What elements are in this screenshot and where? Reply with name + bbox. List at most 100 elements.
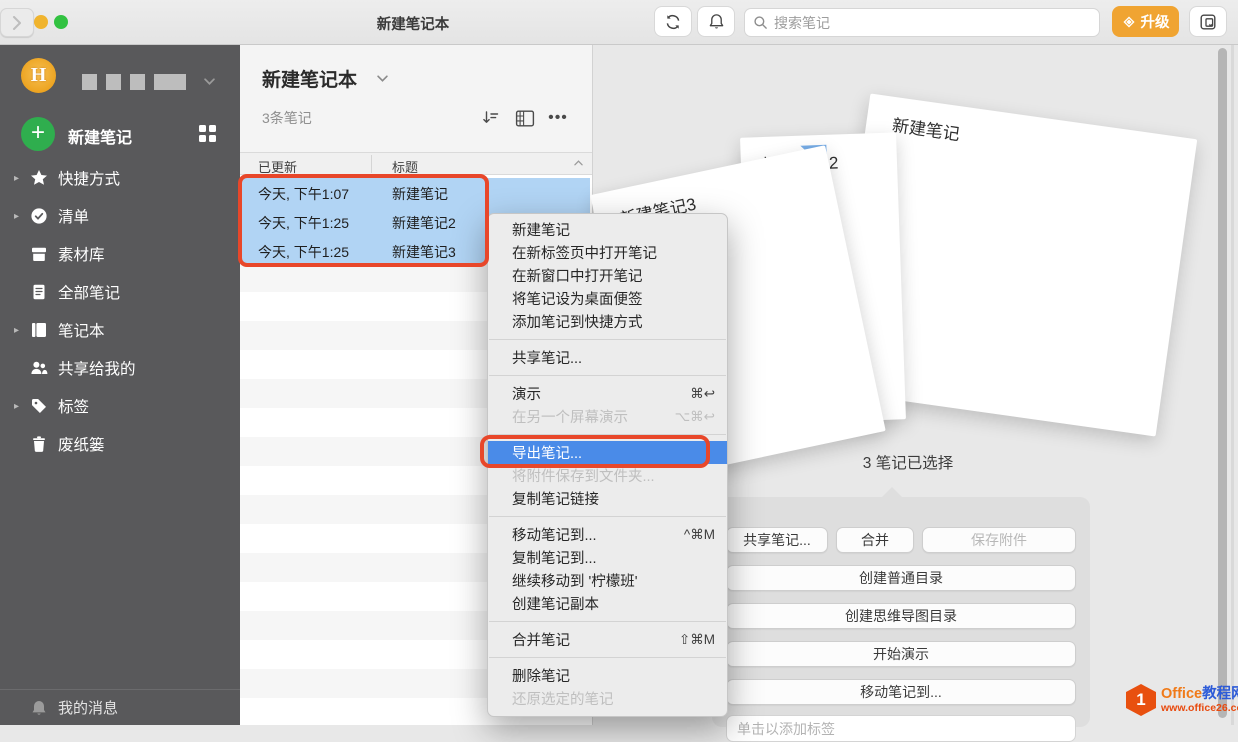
menu-separator: [489, 339, 726, 340]
plus-icon[interactable]: +: [21, 117, 55, 151]
menu-item-duplicate-note[interactable]: 创建笔记副本: [488, 592, 727, 615]
menu-item-set-desktop-sticky[interactable]: 将笔记设为桌面便签: [488, 287, 727, 310]
share-notes-button[interactable]: 共享笔记...: [726, 527, 828, 553]
column-header-title[interactable]: 标题: [392, 157, 418, 176]
menu-item-delete-notes[interactable]: 删除笔记: [488, 664, 727, 687]
grid-icon[interactable]: [199, 125, 216, 142]
chevron-down-icon[interactable]: [377, 75, 388, 82]
my-messages-label: 我的消息: [58, 700, 119, 717]
menu-shortcut: ⌘↩: [690, 385, 715, 401]
menu-separator: [489, 621, 726, 622]
menu-shortcut: ^⌘M: [683, 526, 715, 542]
forward-button[interactable]: [0, 8, 34, 37]
sort-button[interactable]: [478, 106, 502, 130]
notebook-icon: [30, 321, 48, 339]
menu-item-add-to-shortcuts[interactable]: 添加笔记到快捷方式: [488, 310, 727, 333]
search-box[interactable]: [744, 8, 1100, 37]
menu-item-copy-note-link[interactable]: 复制笔记链接: [488, 487, 727, 510]
note-list-header: 新建笔记本 3条笔记 •••: [240, 45, 592, 152]
sidebar-item-shortcuts[interactable]: ▸ 快捷方式: [0, 159, 240, 197]
zoom-window-button[interactable]: [54, 15, 68, 29]
note-panel-button[interactable]: [1189, 6, 1227, 37]
notes-icon: [30, 283, 48, 301]
menu-item-continue-move-to[interactable]: 继续移动到 '柠檬班': [488, 569, 727, 592]
notifications-button[interactable]: [697, 6, 735, 37]
menu-item-export-notes[interactable]: 导出笔记...: [488, 441, 727, 464]
menu-item-share-notes[interactable]: 共享笔记...: [488, 346, 727, 369]
diamond-icon: [1122, 15, 1135, 28]
sidebar-item-label: 笔记本: [58, 323, 105, 340]
sidebar-item-label: 快捷方式: [58, 171, 121, 188]
menu-item-open-in-new-window[interactable]: 在新窗口中打开笔记: [488, 264, 727, 287]
sidebar-item-library[interactable]: 素材库: [0, 235, 240, 273]
tag-icon: [30, 397, 48, 415]
new-note-row[interactable]: + 新建笔记: [0, 117, 240, 153]
disclosure-triangle-icon[interactable]: ▸: [14, 401, 19, 412]
menu-item-copy-notes-to[interactable]: 复制笔记到...: [488, 546, 727, 569]
upgrade-button[interactable]: 升级: [1112, 6, 1179, 37]
create-toc-button[interactable]: 创建普通目录: [726, 565, 1076, 591]
sidebar-item-label: 全部笔记: [58, 285, 121, 302]
disclosure-triangle-icon[interactable]: ▸: [14, 325, 19, 336]
menu-item-present[interactable]: 演示 ⌘↩: [488, 382, 727, 405]
my-messages-item[interactable]: 我的消息: [0, 689, 240, 725]
chevron-right-icon: [13, 15, 21, 30]
menu-separator: [489, 657, 726, 658]
note-row[interactable]: 今天, 下午1:07 新建笔记: [242, 178, 590, 207]
note-updated: 今天, 下午1:25: [258, 244, 350, 260]
sidebar-item-all-notes[interactable]: 全部笔记: [0, 273, 240, 311]
sync-button[interactable]: [654, 6, 692, 37]
add-tag-input[interactable]: [726, 715, 1076, 742]
note-panel-icon: [1200, 14, 1216, 30]
disclosure-triangle-icon[interactable]: ▸: [14, 173, 19, 184]
note-context-menu: 新建笔记 在新标签页中打开笔记 在新窗口中打开笔记 将笔记设为桌面便签 添加笔记…: [487, 213, 728, 717]
menu-item-open-in-new-tab[interactable]: 在新标签页中打开笔记: [488, 241, 727, 264]
note-title: 新建笔记3: [392, 244, 456, 260]
trash-icon: [30, 435, 48, 453]
disclosure-triangle-icon[interactable]: ▸: [14, 211, 19, 222]
chevron-down-icon[interactable]: [204, 78, 215, 85]
menu-item-merge-notes[interactable]: 合并笔记 ⇧⌘M: [488, 628, 727, 651]
avatar[interactable]: H: [21, 58, 56, 93]
menu-separator: [489, 516, 726, 517]
bell-icon: [30, 699, 48, 717]
sidebar-item-tags[interactable]: ▸ 标签: [0, 387, 240, 425]
column-header-updated[interactable]: 已更新: [258, 157, 297, 176]
menu-item-save-attachments-to-folder: 将附件保存到文件夹...: [512, 469, 655, 485]
scrollbar-thumb[interactable]: [1218, 48, 1227, 718]
search-icon: [754, 16, 767, 29]
scrollbar-track: [1231, 45, 1234, 725]
sidebar-item-checklist[interactable]: ▸ 清单: [0, 197, 240, 235]
sidebar-item-shared-with-me[interactable]: 共享给我的: [0, 349, 240, 387]
move-notes-button[interactable]: 移动笔记到...: [726, 679, 1076, 705]
minimize-window-button[interactable]: [34, 15, 48, 29]
watermark-logo: 1: [1126, 684, 1156, 716]
column-divider[interactable]: [371, 155, 372, 173]
notebook-title[interactable]: 新建笔记本: [262, 65, 357, 92]
archive-icon: [30, 245, 48, 263]
more-options-button[interactable]: •••: [546, 106, 570, 130]
caret-up-icon[interactable]: [574, 160, 583, 166]
menu-separator: [489, 375, 726, 376]
title-bar: 新建笔记本 升级: [0, 0, 1238, 45]
menu-item-restore-selected-notes: 还原选定的笔记: [512, 692, 614, 708]
search-input[interactable]: [774, 14, 1091, 31]
column-header-row[interactable]: 已更新 标题: [240, 152, 592, 175]
sidebar-item-trash[interactable]: 废纸篓: [0, 425, 240, 463]
menu-item-new-note[interactable]: 新建笔记: [488, 218, 727, 241]
merge-button[interactable]: 合并: [836, 527, 914, 553]
start-presentation-button[interactable]: 开始演示: [726, 641, 1076, 667]
save-attachments-button[interactable]: 保存附件: [922, 527, 1076, 553]
watermark-url: www.office26.com: [1161, 702, 1238, 715]
menu-item-move-notes-to[interactable]: 移动笔记到... ^⌘M: [488, 523, 727, 546]
sidebar-item-label: 清单: [58, 209, 90, 226]
menu-item-present-other-screen: 在另一个屏幕演示 ⌥⌘↩: [512, 408, 715, 427]
sidebar-item-notebooks[interactable]: ▸ 笔记本: [0, 311, 240, 349]
view-options-button[interactable]: [513, 106, 537, 130]
note-title: 新建笔记2: [392, 215, 456, 231]
note-count: 3条笔记: [262, 110, 312, 126]
create-mindmap-toc-button[interactable]: 创建思维导图目录: [726, 603, 1076, 629]
sidebar: H + 新建笔记 ▸ 快捷方式 ▸ 清单 素材库 全部笔记 ▸ 笔记本 共享给我…: [0, 45, 240, 725]
menu-separator: [489, 434, 726, 435]
username-redacted: [82, 74, 186, 90]
